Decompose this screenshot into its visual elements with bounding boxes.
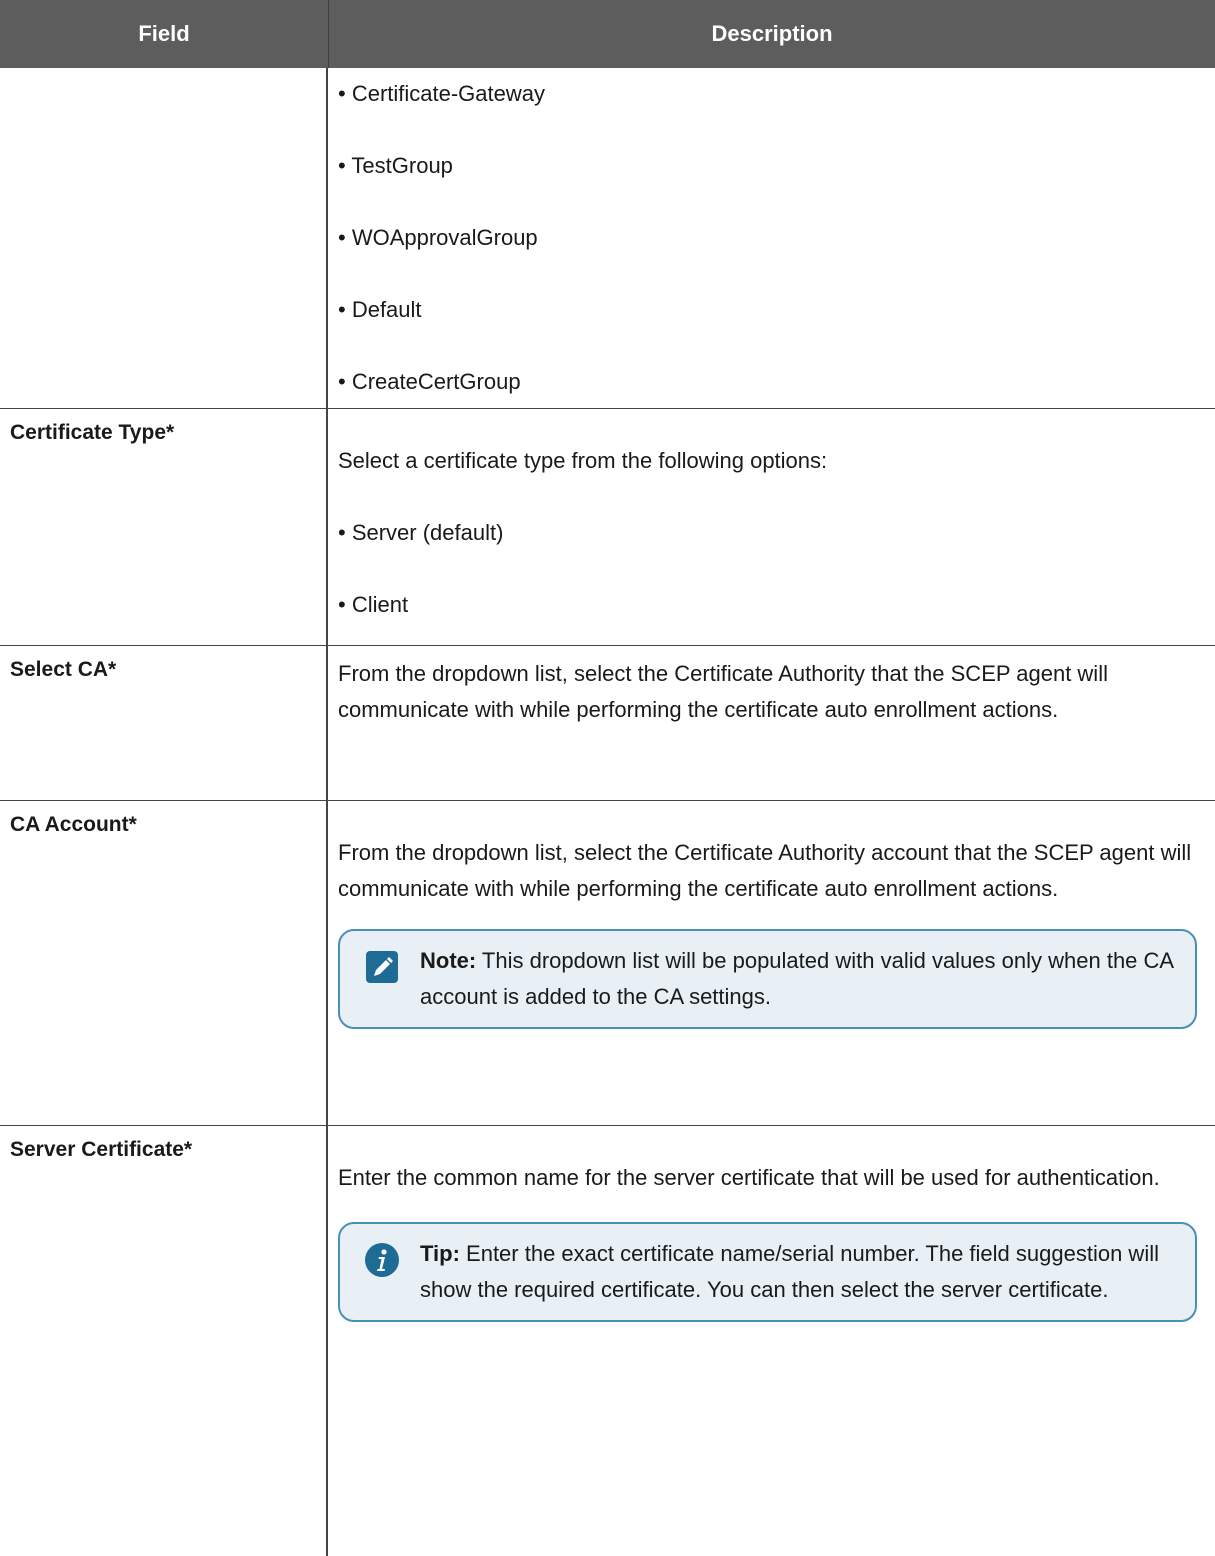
field-cell: CA Account*: [0, 801, 328, 1125]
list-item: • Server (default): [338, 520, 504, 545]
fields-table: Field Description • Certificate-Gateway …: [0, 0, 1215, 1556]
list-item: • Client: [338, 592, 409, 617]
field-cell: Select CA*: [0, 646, 328, 800]
table-row: CA Account* From the dropdown list, sele…: [0, 801, 1215, 1126]
note-box: Note: This dropdown list will be populat…: [338, 929, 1197, 1029]
list-item: • TestGroup: [338, 153, 453, 178]
info-icon: [365, 1243, 399, 1277]
table-row: Select CA* From the dropdown list, selec…: [0, 646, 1215, 801]
pencil-icon: [366, 951, 398, 983]
list-item: • CreateCertGroup: [338, 369, 521, 394]
tip-text: Enter the exact certificate name/serial …: [420, 1241, 1159, 1302]
table-row: Server Certificate* Enter the common nam…: [0, 1126, 1215, 1556]
description-cell: From the dropdown list, select the Certi…: [328, 646, 1215, 800]
list-item: • Default: [338, 297, 422, 322]
description-cell: From the dropdown list, select the Certi…: [328, 801, 1215, 1125]
table-header: Field Description: [0, 0, 1215, 68]
list-item: • WOApprovalGroup: [338, 225, 538, 250]
header-field: Field: [0, 0, 329, 68]
description-text: Select a certificate type from the follo…: [338, 448, 828, 473]
description-cell: Enter the common name for the server cer…: [328, 1126, 1215, 1556]
description-text: From the dropdown list, select the Certi…: [338, 840, 1192, 901]
note-text: This dropdown list will be populated wit…: [420, 948, 1173, 1009]
description-cell: • Certificate-Gateway • TestGroup • WOAp…: [328, 68, 1215, 408]
description-cell: Select a certificate type from the follo…: [328, 409, 1215, 645]
note-label: Note:: [420, 948, 477, 973]
list-item: • Certificate-Gateway: [338, 81, 545, 106]
description-text: Enter the common name for the server cer…: [338, 1165, 1160, 1190]
tip-label: Tip:: [420, 1241, 460, 1266]
table-row: • Certificate-Gateway • TestGroup • WOAp…: [0, 68, 1215, 409]
description-text: From the dropdown list, select the Certi…: [338, 661, 1108, 722]
tip-box: Tip: Enter the exact certificate name/se…: [338, 1222, 1197, 1322]
tip-content: Tip: Enter the exact certificate name/se…: [420, 1236, 1175, 1308]
note-content: Note: This dropdown list will be populat…: [420, 943, 1175, 1015]
table-row: Certificate Type* Select a certificate t…: [0, 409, 1215, 646]
field-cell: [0, 68, 328, 408]
header-description: Description: [711, 21, 833, 46]
field-cell: Server Certificate*: [0, 1126, 328, 1556]
field-cell: Certificate Type*: [0, 409, 328, 645]
